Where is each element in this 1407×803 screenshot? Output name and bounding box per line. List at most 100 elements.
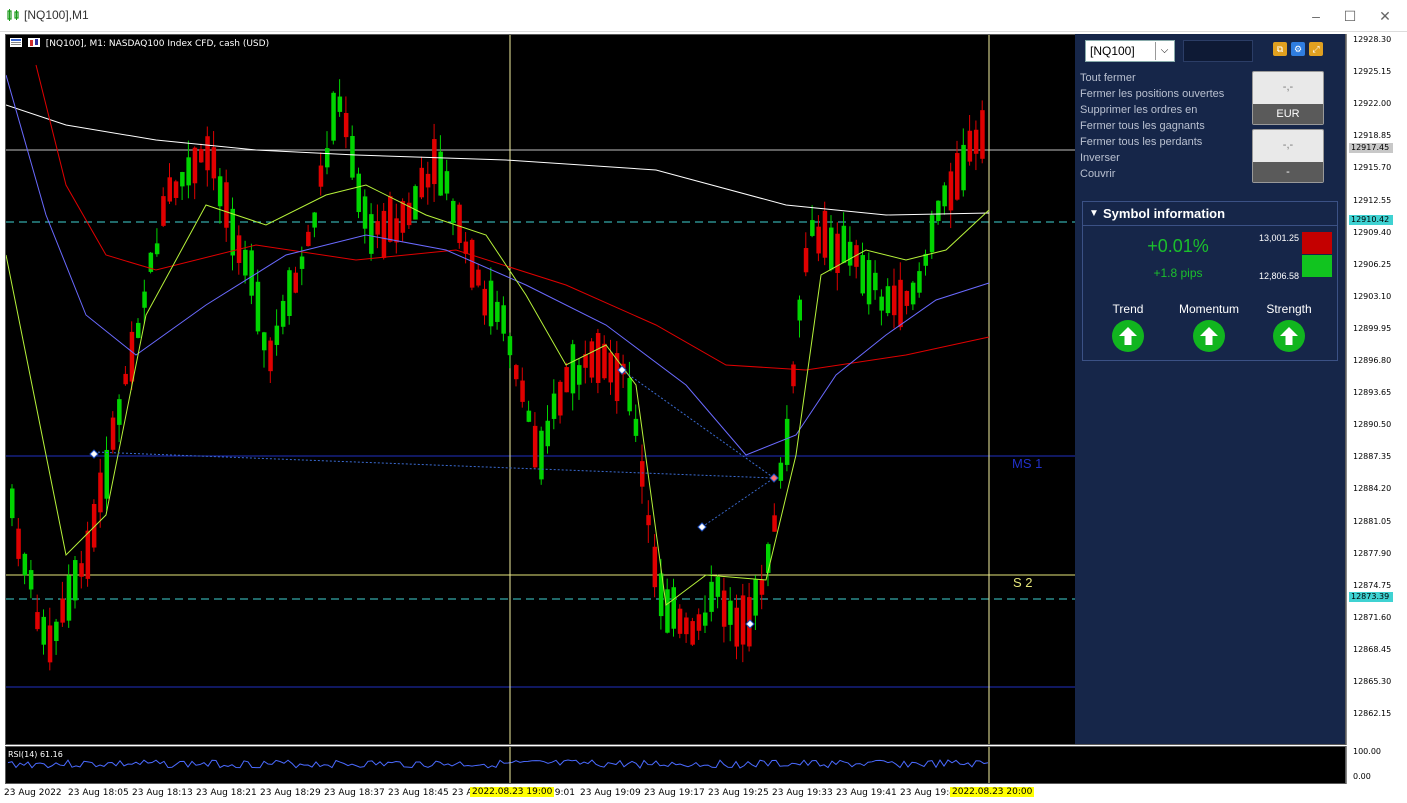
candle-body [375, 221, 380, 235]
close-icon[interactable]: ✕ [1370, 6, 1400, 26]
one-click-trading-icon[interactable] [27, 38, 40, 47]
chart-symbol-description: [NQ100], M1: NASDAQ100 Index CFD, cash (… [45, 39, 270, 49]
candle-body [41, 616, 46, 645]
price-tick: 12928.30 [1353, 35, 1392, 44]
candle-body [860, 255, 865, 294]
price-tick: 12871.60 [1353, 612, 1392, 622]
change-pips: +1.8 pips [1153, 266, 1203, 280]
candle-body [419, 167, 424, 198]
time-tick: 23 Aug 19:25 [708, 788, 769, 798]
profit-value: -,- [1282, 81, 1294, 93]
low-bar [1302, 255, 1332, 277]
candle-body [803, 248, 809, 273]
trade-connector-line [701, 477, 775, 528]
close-all-button[interactable]: Tout fermer [1080, 70, 1224, 86]
copy-icon[interactable]: ⧉ [1273, 42, 1287, 56]
rsi-label: RSI(14) 61.16 [8, 750, 63, 759]
candle-body [709, 581, 714, 612]
close-losers-button[interactable]: Fermer tous les perdants [1080, 134, 1224, 150]
candle-body [482, 288, 487, 316]
candle-body [816, 226, 821, 254]
price-tick: 12881.05 [1353, 516, 1392, 526]
candle-body [173, 181, 179, 198]
close-actions-list: Tout fermer Fermer les positions ouverte… [1080, 70, 1224, 182]
time-tick: 23 Aug 18:13 [132, 788, 193, 798]
candle-body [917, 271, 922, 293]
candle-body [640, 461, 645, 487]
candle-body [520, 380, 525, 402]
candle-body [627, 377, 632, 412]
time-tick: 23 Aug 2022 [4, 788, 62, 798]
reverse-button[interactable]: Inverser [1080, 150, 1224, 166]
candle-body [444, 171, 450, 194]
maximize-icon[interactable]: ☐ [1335, 6, 1365, 26]
profit-currency: EUR [1253, 104, 1323, 124]
minimize-icon[interactable]: – [1301, 6, 1331, 26]
candle-body [413, 186, 418, 220]
hedge-button[interactable]: Couvrir [1080, 166, 1224, 182]
ma-white-line [6, 104, 990, 216]
candle-body [507, 336, 513, 356]
symbol-select[interactable]: [NQ100] ⌵ [1085, 40, 1175, 62]
candle-body [154, 243, 160, 255]
candle-body [192, 147, 198, 184]
candle-body [829, 227, 834, 270]
price-tick: 12906.25 [1353, 259, 1392, 269]
candle-body [873, 272, 878, 291]
symbol-information-title: Symbol information [1103, 206, 1226, 221]
rsi-line [7, 759, 989, 769]
candle-body [299, 256, 305, 269]
time-axis[interactable]: 23 Aug 2022 23 Aug 18:05 23 Aug 18:13 23 Au… [0, 784, 1407, 803]
candle-body [66, 575, 72, 621]
candle-body [180, 172, 185, 187]
candle-body [337, 96, 343, 112]
ms1-label: MS 1 [1012, 456, 1042, 471]
candle-body [293, 272, 298, 293]
momentum-label: Momentum [1178, 302, 1240, 316]
close-winners-button[interactable]: Fermer tous les gagnants [1080, 118, 1224, 134]
candle-body [463, 241, 469, 254]
candle-body [589, 341, 595, 378]
rsi-subwindow[interactable]: RSI(14) 61.16 [5, 746, 1346, 784]
close-open-positions-button[interactable]: Fermer les positions ouvertes [1080, 86, 1224, 102]
candle-body [381, 210, 387, 258]
candle-body [224, 182, 229, 228]
candle-body [532, 425, 538, 468]
candle-body [85, 530, 91, 579]
candle-body [167, 177, 172, 202]
pips-box[interactable]: -,- - [1252, 129, 1324, 183]
profit-box[interactable]: -,- EUR [1252, 71, 1324, 125]
ma-fast-line [6, 184, 990, 606]
trend-label: Trend [1112, 302, 1144, 316]
candle-body [791, 364, 796, 387]
candlestick-chart[interactable]: MS 1 S 2 [6, 35, 1075, 744]
price-tick: 12925.15 [1353, 67, 1392, 77]
candle-body [217, 176, 223, 207]
chart-header: [NQ100], M1: NASDAQ100 Index CFD, cash (… [10, 38, 269, 49]
rsi-tick-0: 0.00 [1353, 772, 1371, 781]
price-tick: 12877.90 [1353, 548, 1392, 558]
delete-orders-button[interactable]: Supprimer les ordres en [1080, 102, 1224, 118]
candle-body [16, 528, 21, 559]
symbol-information-header[interactable]: ▼ Symbol information [1083, 202, 1337, 226]
trade-marker-icon [697, 522, 707, 532]
chart-list-icon[interactable] [10, 38, 22, 47]
candle-body [211, 147, 217, 179]
time-tick: 23 Aug 18:37 [324, 788, 385, 798]
time-tick: 23 Aug 18:29 [260, 788, 321, 798]
chevron-down-icon[interactable]: ⌵ [1155, 42, 1173, 60]
volume-input[interactable] [1183, 40, 1253, 62]
collapse-triangle-icon[interactable]: ▼ [1089, 202, 1099, 226]
gear-icon[interactable]: ⚙ [1291, 42, 1305, 56]
candle-body [980, 110, 985, 159]
candle-body [967, 130, 973, 162]
price-axis[interactable]: 12928.30 12925.15 12922.00 12918.85 12915.70… [1346, 34, 1407, 745]
candle-body [822, 210, 828, 258]
price-tick: 12887.35 [1353, 452, 1392, 462]
candle-body [28, 570, 34, 590]
price-tick: 12918.85 [1353, 131, 1392, 141]
expand-icon[interactable]: ⤢ [1309, 42, 1323, 56]
time-tick: 23 Aug 19:09 [580, 788, 641, 798]
candle-body [633, 418, 639, 436]
candle-body [10, 488, 15, 519]
